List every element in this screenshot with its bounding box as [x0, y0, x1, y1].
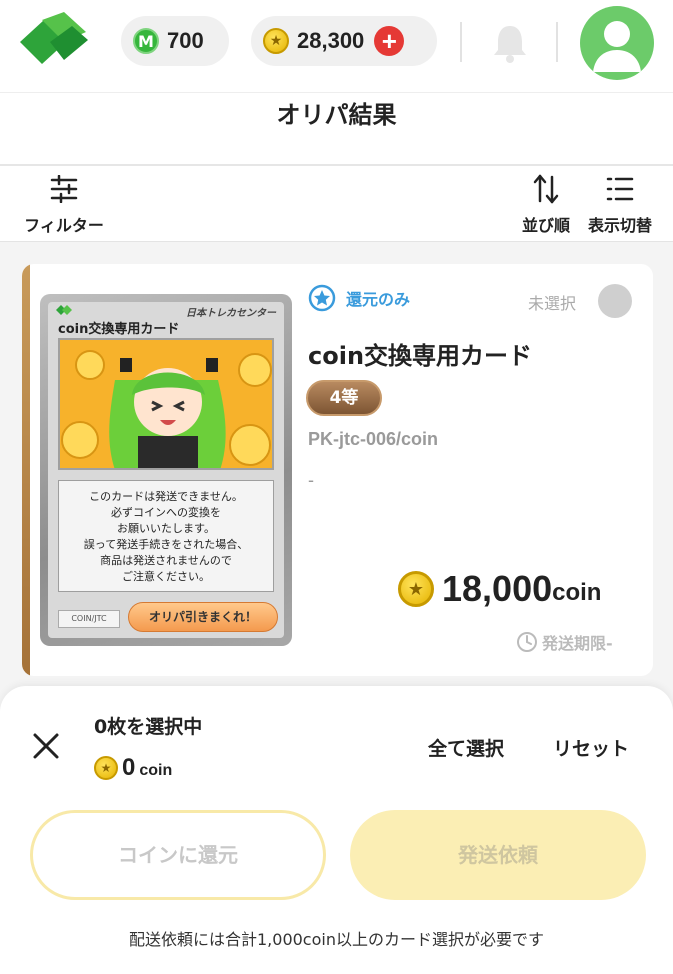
card-price: ★ 18,000 coin: [398, 568, 601, 610]
card-image-frame: 日本トレカセンター coin交換専用カード このカードは発送できません。 必ずコ…: [48, 302, 284, 638]
card-brand-text: 日本トレカセンター: [186, 308, 276, 319]
card-text-line: お願いいたします。: [117, 522, 215, 535]
selection-status: 未選択: [528, 294, 577, 313]
select-checkbox[interactable]: [598, 284, 632, 318]
deadline-label: 発送期限-: [542, 634, 613, 653]
reset-button[interactable]: リセット: [553, 734, 629, 761]
coin-balance-pill[interactable]: ★ 28,300 +: [251, 16, 437, 66]
close-icon[interactable]: [30, 730, 62, 762]
coin-balance-value: 28,300: [297, 28, 365, 53]
card-image-description: このカードは発送できません。 必ずコインへの変換を お願いいたします。 誤って発…: [58, 480, 274, 592]
header-divider: [556, 22, 558, 62]
rank-badge: 4等: [306, 380, 382, 416]
list-view-icon: [584, 172, 656, 206]
price-unit: coin: [552, 579, 602, 606]
shipping-deadline: 発送期限-: [516, 630, 613, 654]
clock-icon: [517, 632, 537, 652]
selected-coin-unit: coin: [139, 762, 173, 779]
header-divider: [460, 22, 462, 62]
m-points-value: 700: [167, 28, 204, 53]
card-image[interactable]: 日本トレカセンター coin交換専用カード このカードは発送できません。 必ずコ…: [40, 294, 292, 646]
card-logo-icon: [56, 305, 72, 315]
selected-count: 0枚を選択中: [94, 716, 203, 738]
filter-label: フィルター: [24, 216, 104, 235]
card-rank-accent: [22, 264, 30, 676]
add-coin-button[interactable]: +: [374, 26, 405, 56]
view-toggle-button[interactable]: 表示切替: [584, 172, 656, 236]
toolbar: フィルター 並び順 表示切替: [0, 166, 673, 242]
card-text-line: このカードは発送できません。: [89, 490, 243, 503]
card-text-line: 商品は発送されませんので: [100, 554, 232, 567]
return-to-coin-button[interactable]: コインに還元: [30, 810, 326, 900]
coin-icon: ★: [398, 571, 434, 607]
select-all-button[interactable]: 全て選択: [428, 734, 504, 761]
filter-button[interactable]: フィルター: [22, 172, 106, 236]
card-title: coin交換専用カード: [308, 342, 533, 370]
card-image-banner: オリパ引きまくれ！: [128, 602, 278, 632]
return-only-tag: 還元のみ: [308, 284, 410, 312]
return-only-label: 還元のみ: [346, 290, 411, 309]
card-code: PK-jtc-006/coin: [308, 429, 439, 449]
coin-icon: ★: [94, 756, 118, 780]
result-card[interactable]: 日本トレカセンター coin交換専用カード このカードは発送できません。 必ずコ…: [22, 264, 653, 676]
m-point-icon: M: [133, 28, 159, 54]
card-meta: -: [308, 470, 314, 490]
sort-button[interactable]: 並び順: [518, 172, 574, 236]
sort-label: 並び順: [521, 216, 570, 235]
app-header: M 700 ★ 28,300 +: [0, 0, 673, 92]
card-text-line: 必ずコインへの変換を: [111, 506, 221, 519]
card-artwork: [58, 338, 274, 470]
card-text-line: 誤って発送手続きをされた場合、: [83, 538, 249, 551]
page-title: オリパ結果: [276, 101, 397, 129]
filter-sliders-icon: [22, 172, 106, 206]
selected-coin-total: ★ 0 coin: [94, 754, 172, 782]
selected-coin-value: 0: [122, 754, 136, 781]
logo-icon[interactable]: [20, 12, 88, 70]
card-image-name: coin交換専用カード: [58, 322, 180, 337]
m-points-pill[interactable]: M 700: [121, 16, 229, 66]
price-value: 18,000: [442, 568, 553, 609]
card-text-line: ご注意ください。: [122, 570, 210, 583]
card-image-code: COIN/JTC: [58, 610, 120, 628]
shipping-requirement-note: 配送依頼には合計1,000coin以上のカード選択が必要です: [129, 930, 544, 949]
shipping-request-button[interactable]: 発送依頼: [350, 810, 646, 900]
star-badge-icon: [308, 284, 336, 312]
sort-arrows-icon: [518, 172, 574, 206]
selection-sheet: 0枚を選択中 ★ 0 coin 全て選択 リセット コインに還元 発送依頼 配送…: [0, 686, 673, 974]
view-toggle-label: 表示切替: [587, 216, 652, 235]
coin-icon: ★: [263, 28, 289, 54]
title-bar: オリパ結果: [0, 92, 673, 164]
bell-icon[interactable]: [490, 22, 530, 64]
user-avatar-icon[interactable]: [580, 6, 654, 80]
